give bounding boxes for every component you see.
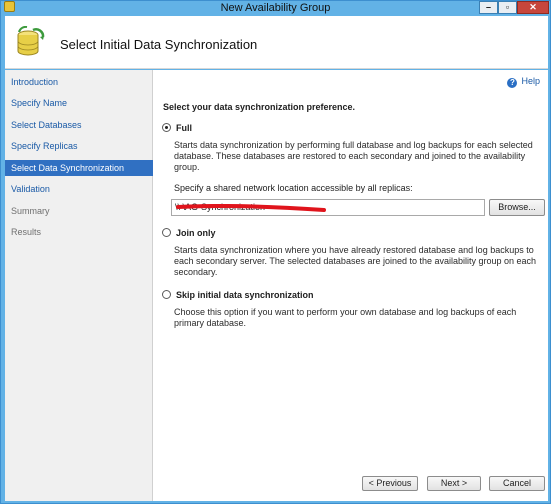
nav-item-specify-name[interactable]: Specify Name bbox=[5, 95, 153, 111]
wizard-content: ? Help Select your data synchronization p… bbox=[153, 70, 548, 501]
share-location-input[interactable]: \\ \AG-Synchronization bbox=[171, 199, 485, 216]
minimize-icon: – bbox=[485, 2, 491, 12]
nav-item-specify-replicas[interactable]: Specify Replicas bbox=[5, 138, 153, 154]
browse-button[interactable]: Browse... bbox=[489, 199, 545, 216]
cancel-button[interactable]: Cancel bbox=[489, 476, 545, 491]
share-location-label: Specify a shared network location access… bbox=[174, 183, 413, 193]
next-button[interactable]: Next > bbox=[427, 476, 481, 491]
help-label: Help bbox=[521, 76, 540, 86]
nav-item-select-databases[interactable]: Select Databases bbox=[5, 117, 153, 133]
skip-radio[interactable] bbox=[162, 290, 171, 299]
title-bar[interactable]: New Availability Group – ▫ ✕ bbox=[1, 1, 550, 16]
skip-option[interactable]: Skip initial data synchronization bbox=[162, 290, 314, 302]
help-link[interactable]: ? Help bbox=[507, 76, 540, 88]
page-title: Select Initial Data Synchronization bbox=[60, 37, 258, 52]
join-only-radio[interactable] bbox=[162, 228, 171, 237]
close-button[interactable]: ✕ bbox=[517, 1, 549, 14]
help-icon: ? bbox=[507, 78, 518, 88]
redaction-mark bbox=[176, 204, 326, 212]
wizard-header: Select Initial Data Synchronization bbox=[5, 16, 548, 69]
join-only-description: Starts data synchronization where you ha… bbox=[174, 245, 537, 277]
full-description: Starts data synchronization by performin… bbox=[174, 140, 533, 172]
nav-item-summary: Summary bbox=[11, 206, 50, 216]
join-only-label: Join only bbox=[176, 228, 216, 238]
full-option[interactable]: Full bbox=[162, 123, 192, 135]
sync-preference-prompt: Select your data synchronization prefere… bbox=[163, 102, 356, 112]
nav-item-results: Results bbox=[11, 227, 42, 237]
wizard-steps-nav: Introduction Specify Name Select Databas… bbox=[5, 70, 153, 501]
nav-item-validation[interactable]: Validation bbox=[5, 181, 153, 197]
join-only-option[interactable]: Join only bbox=[162, 228, 216, 240]
window-title: New Availability Group bbox=[220, 2, 331, 14]
full-label: Full bbox=[176, 123, 192, 133]
maximize-icon: ▫ bbox=[505, 2, 510, 12]
wizard-window: New Availability Group – ▫ ✕ Select Init… bbox=[0, 0, 551, 504]
nav-item-introduction[interactable]: Introduction bbox=[5, 74, 153, 90]
minimize-button[interactable]: – bbox=[479, 1, 498, 14]
skip-description: Choose this option if you want to perfor… bbox=[174, 307, 517, 328]
maximize-button[interactable]: ▫ bbox=[498, 1, 517, 14]
close-icon: ✕ bbox=[529, 2, 537, 12]
nav-item-select-data-synchronization[interactable]: Select Data Synchronization bbox=[5, 160, 153, 176]
previous-button[interactable]: < Previous bbox=[362, 476, 418, 491]
full-radio[interactable] bbox=[162, 123, 171, 132]
database-sync-icon bbox=[17, 26, 45, 56]
skip-label: Skip initial data synchronization bbox=[176, 290, 314, 300]
